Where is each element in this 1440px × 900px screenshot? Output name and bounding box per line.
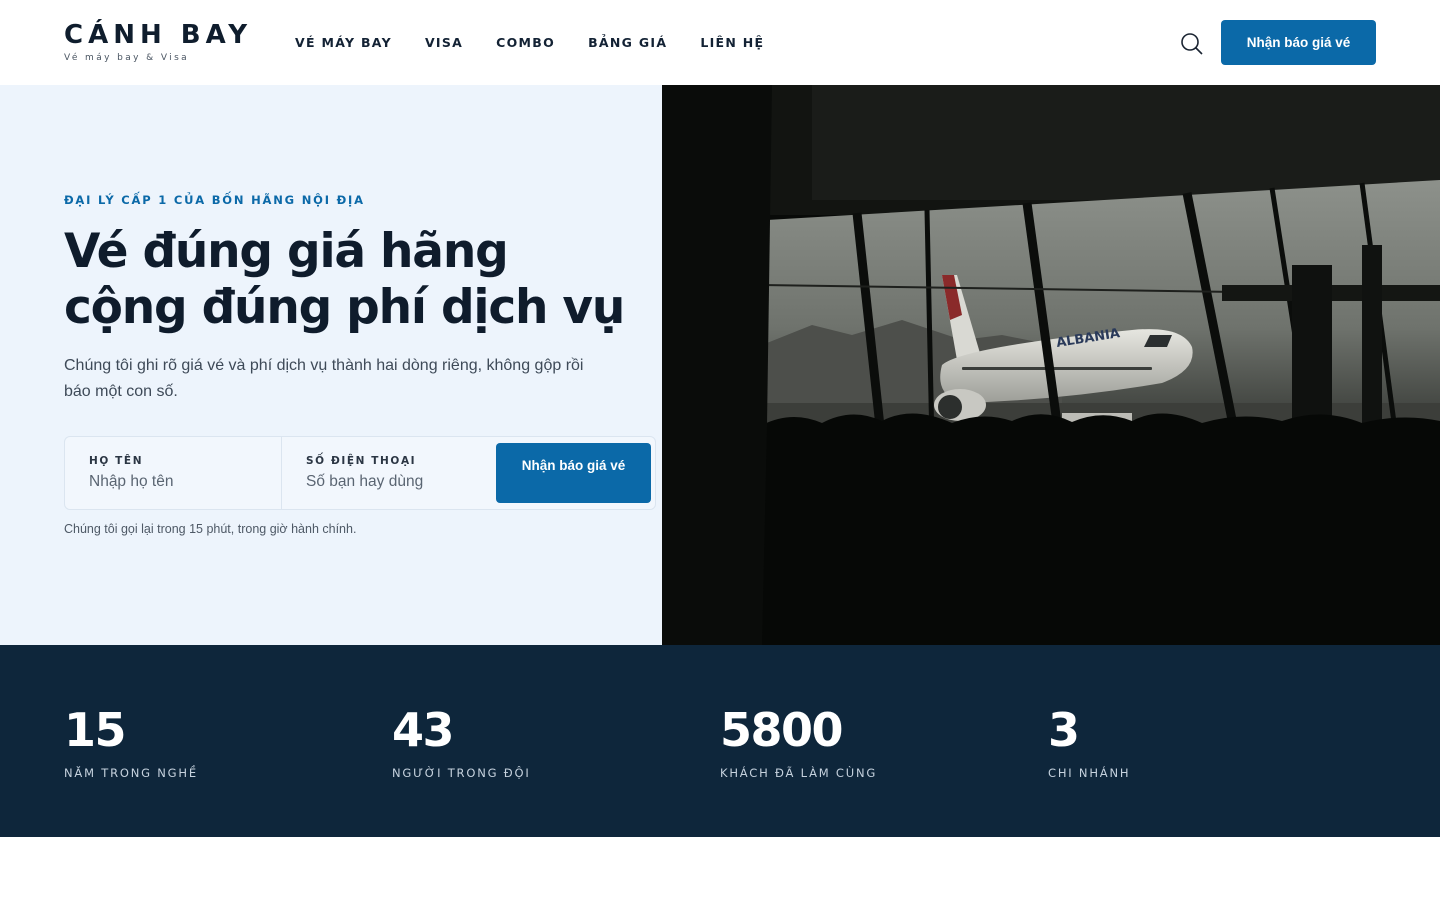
stat-value: 15 bbox=[64, 703, 127, 757]
stats-band: 15 NĂM TRONG NGHỀ 43 NGƯỜI TRONG ĐỘI 580… bbox=[0, 645, 1440, 837]
name-field: HỌ TÊN bbox=[65, 437, 282, 509]
phone-label: SỐ ĐIỆN THOẠI bbox=[306, 455, 417, 467]
nav-item-combo[interactable]: COMBO bbox=[496, 35, 555, 50]
stat-label: KHÁCH ĐÃ LÀM CÙNG bbox=[720, 766, 878, 780]
headline-line-2: cộng đúng phí dịch vụ bbox=[64, 280, 625, 335]
hero-headline: Vé đúng giá hãng cộng đúng phí dịch vụ bbox=[64, 224, 644, 336]
get-quote-button-header[interactable]: Nhận báo giá vé bbox=[1221, 20, 1376, 65]
site-header: CÁNH BAY Vé máy bay & Visa VÉ MÁY BAY VI… bbox=[0, 0, 1440, 85]
nav-item-bang-gia[interactable]: BẢNG GIÁ bbox=[588, 35, 667, 50]
search-icon[interactable] bbox=[1180, 32, 1204, 56]
headline-line-1: Vé đúng giá hãng bbox=[64, 224, 509, 279]
nav-item-ve-may-bay[interactable]: VÉ MÁY BAY bbox=[295, 35, 392, 50]
form-note: Chúng tôi gọi lại trong 15 phút, trong g… bbox=[64, 522, 357, 536]
nav-item-visa[interactable]: VISA bbox=[425, 35, 463, 50]
main-nav: VÉ MÁY BAY VISA COMBO BẢNG GIÁ LIÊN HỆ bbox=[295, 35, 797, 50]
stat-value: 5800 bbox=[720, 703, 844, 757]
phone-field: SỐ ĐIỆN THOẠI bbox=[282, 437, 492, 509]
stat-value: 43 bbox=[392, 703, 455, 757]
hero-eyebrow: ĐẠI LÝ CẤP 1 CỦA BỐN HÃNG NỘI ĐỊA bbox=[64, 193, 365, 207]
get-quote-button-form[interactable]: Nhận báo giá vé bbox=[496, 443, 651, 503]
name-input[interactable] bbox=[89, 473, 269, 491]
stat-label: CHI NHÁNH bbox=[1048, 766, 1131, 780]
nav-item-lien-he[interactable]: LIÊN HỆ bbox=[700, 35, 764, 50]
name-label: HỌ TÊN bbox=[89, 455, 144, 467]
stat-value: 3 bbox=[1048, 703, 1080, 757]
logo-subtitle: Vé máy bay & Visa bbox=[64, 53, 190, 63]
logo[interactable]: CÁNH BAY Vé máy bay & Visa bbox=[64, 20, 252, 63]
hero-image: ALBANIA bbox=[662, 85, 1440, 645]
stat-label: NĂM TRONG NGHỀ bbox=[64, 766, 198, 780]
logo-title: CÁNH BAY bbox=[64, 20, 253, 50]
hero-subtext: Chúng tôi ghi rõ giá vé và phí dịch vụ t… bbox=[64, 357, 584, 400]
stat-label: NGƯỜI TRONG ĐỘI bbox=[392, 766, 531, 780]
phone-input[interactable] bbox=[306, 473, 486, 491]
airport-window-photo: ALBANIA bbox=[662, 85, 1440, 645]
